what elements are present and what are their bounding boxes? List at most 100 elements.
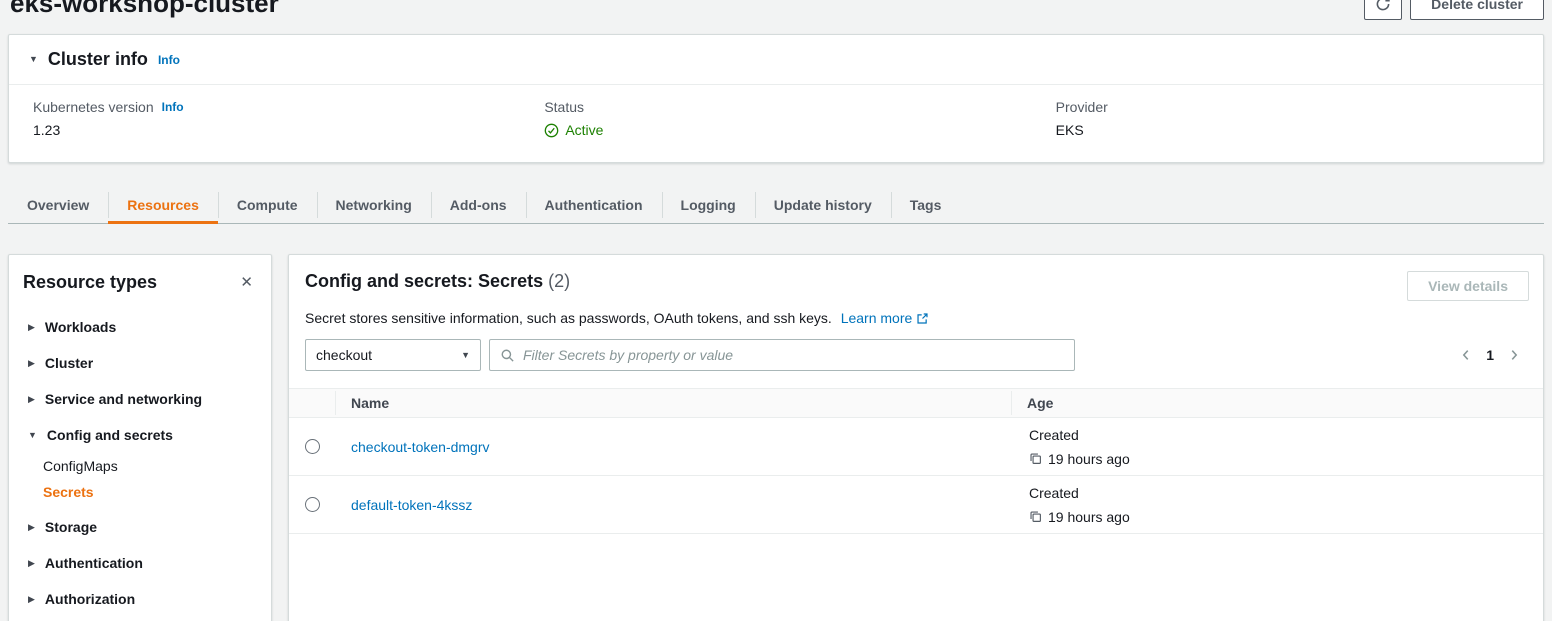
tab-networking[interactable]: Networking — [317, 187, 431, 223]
resource-group-label: Authorization — [45, 591, 135, 607]
resource-group-label: Cluster — [45, 355, 93, 371]
secrets-table: Name Age checkout-token-dmgrv Created — [289, 388, 1543, 534]
status-label: Status — [544, 99, 584, 115]
collapsed-triangle-icon: ▶ — [28, 395, 35, 404]
resource-type-configmaps[interactable]: ConfigMaps — [43, 453, 259, 479]
secret-name-cell: checkout-token-dmgrv — [335, 439, 1011, 455]
cluster-tabs: Overview Resources Compute Networking Ad… — [8, 187, 1544, 224]
field-status: Status Active — [520, 99, 1031, 138]
cluster-info-info-link[interactable]: Info — [158, 53, 180, 67]
resource-types-panel: Resource types ✕ ▶ Workloads ▶ Cluster ▶… — [8, 254, 272, 621]
resource-group-cluster[interactable]: ▶ Cluster — [15, 345, 259, 381]
resource-types-list: ▶ Workloads ▶ Cluster ▶ Service and netw… — [15, 309, 259, 617]
age-value: 19 hours ago — [1048, 451, 1130, 467]
search-box[interactable] — [489, 339, 1075, 371]
tab-update-history[interactable]: Update history — [755, 187, 891, 223]
table-row: default-token-4kssz Created 19 hours ago — [289, 476, 1543, 534]
column-header-age[interactable]: Age — [1011, 395, 1543, 411]
resource-group-config-and-secrets[interactable]: ▼ Config and secrets — [15, 417, 259, 453]
row-radio-button[interactable] — [305, 439, 320, 454]
page-header: eks-workshop-cluster Delete cluster — [8, 0, 1544, 26]
age-created-label: Created — [1029, 427, 1543, 443]
age-value: 19 hours ago — [1048, 509, 1130, 525]
status-badge: Active — [544, 122, 1031, 138]
secret-link[interactable]: checkout-token-dmgrv — [351, 439, 490, 455]
row-select-cell — [289, 439, 335, 454]
cluster-info-header[interactable]: ▼ Cluster info Info — [9, 35, 1543, 84]
collapsed-triangle-icon: ▶ — [28, 595, 35, 604]
table-header-row: Name Age — [289, 388, 1543, 418]
resource-group-label: Service and networking — [45, 391, 202, 407]
collapsed-triangle-icon: ▶ — [28, 323, 35, 332]
table-row: checkout-token-dmgrv Created 19 hours ag… — [289, 418, 1543, 476]
resource-group-service-and-networking[interactable]: ▶ Service and networking — [15, 381, 259, 417]
cluster-info-title: Cluster info — [48, 49, 148, 70]
copy-icon[interactable] — [1029, 452, 1042, 465]
tab-add-ons[interactable]: Add-ons — [431, 187, 526, 223]
secret-name-cell: default-token-4kssz — [335, 497, 1011, 513]
secret-link[interactable]: default-token-4kssz — [351, 497, 472, 513]
page-number[interactable]: 1 — [1486, 347, 1494, 363]
secrets-description: Secret stores sensitive information, suc… — [305, 310, 832, 326]
cluster-info-card: ▼ Cluster info Info Kubernetes version I… — [8, 34, 1544, 163]
collapsed-triangle-icon: ▶ — [28, 359, 35, 368]
kubernetes-version-label: Kubernetes version — [33, 99, 154, 115]
tab-tags[interactable]: Tags — [891, 187, 961, 223]
secret-age-cell: Created 19 hours ago — [1011, 485, 1543, 525]
check-circle-icon — [544, 123, 559, 138]
secrets-controls: checkout ▼ 1 — [289, 326, 1543, 385]
expanded-triangle-icon: ▼ — [28, 431, 37, 440]
delete-cluster-button[interactable]: Delete cluster — [1410, 0, 1544, 20]
search-icon — [500, 348, 515, 363]
filter-dropdown[interactable]: checkout ▼ — [305, 339, 481, 371]
refresh-icon — [1375, 0, 1391, 12]
resource-group-label: Storage — [45, 519, 97, 535]
resource-group-label: Authentication — [45, 555, 143, 571]
chevron-right-icon[interactable] — [1507, 348, 1521, 362]
field-provider: Provider EKS — [1032, 99, 1543, 138]
chevron-left-icon[interactable] — [1459, 348, 1473, 362]
tab-resources[interactable]: Resources — [108, 187, 218, 223]
resource-type-secrets[interactable]: Secrets — [43, 479, 259, 505]
search-input[interactable] — [523, 347, 1064, 363]
section-expanded-triangle-icon[interactable]: ▼ — [29, 55, 38, 64]
secret-age-cell: Created 19 hours ago — [1011, 427, 1543, 467]
secrets-panel-header: Config and secrets: Secrets (2) View det… — [289, 271, 1543, 301]
refresh-button[interactable] — [1364, 0, 1402, 20]
kubernetes-version-value: 1.23 — [33, 122, 520, 138]
status-value: Active — [565, 122, 603, 138]
resource-group-workloads[interactable]: ▶ Workloads — [15, 309, 259, 345]
resource-group-authentication[interactable]: ▶ Authentication — [15, 545, 259, 581]
row-select-cell — [289, 497, 335, 512]
tab-authentication[interactable]: Authentication — [526, 187, 662, 223]
secrets-panel-title-text: Config and secrets: Secrets — [305, 271, 543, 291]
close-icon[interactable]: ✕ — [236, 271, 257, 293]
secrets-panel-title: Config and secrets: Secrets (2) — [305, 271, 570, 292]
resource-types-header: Resource types ✕ — [15, 269, 259, 303]
secrets-description-row: Secret stores sensitive information, suc… — [289, 301, 1543, 326]
chevron-down-icon: ▼ — [461, 350, 470, 360]
header-actions: Delete cluster — [1364, 0, 1544, 20]
tab-overview[interactable]: Overview — [8, 187, 108, 223]
tab-logging[interactable]: Logging — [662, 187, 755, 223]
resource-group-authorization[interactable]: ▶ Authorization — [15, 581, 259, 617]
row-radio-button[interactable] — [305, 497, 320, 512]
view-details-button[interactable]: View details — [1407, 271, 1529, 301]
column-header-name[interactable]: Name — [335, 395, 1011, 411]
learn-more-link[interactable]: Learn more — [841, 310, 930, 326]
copy-icon[interactable] — [1029, 510, 1042, 523]
page-title: eks-workshop-cluster — [10, 0, 279, 19]
provider-label: Provider — [1056, 99, 1108, 115]
secrets-panel: Config and secrets: Secrets (2) View det… — [288, 254, 1544, 621]
content-area: Resource types ✕ ▶ Workloads ▶ Cluster ▶… — [8, 254, 1544, 621]
secrets-count: (2) — [548, 271, 570, 291]
resource-group-storage[interactable]: ▶ Storage — [15, 509, 259, 545]
field-kubernetes-version: Kubernetes version Info 1.23 — [9, 99, 520, 138]
provider-value: EKS — [1056, 122, 1543, 138]
kubernetes-version-info-link[interactable]: Info — [162, 100, 184, 114]
external-link-icon — [916, 312, 929, 325]
filter-dropdown-value: checkout — [316, 347, 372, 363]
cluster-info-fields: Kubernetes version Info 1.23 Status Acti… — [9, 85, 1543, 162]
config-and-secrets-children: ConfigMaps Secrets — [15, 453, 259, 509]
tab-compute[interactable]: Compute — [218, 187, 317, 223]
